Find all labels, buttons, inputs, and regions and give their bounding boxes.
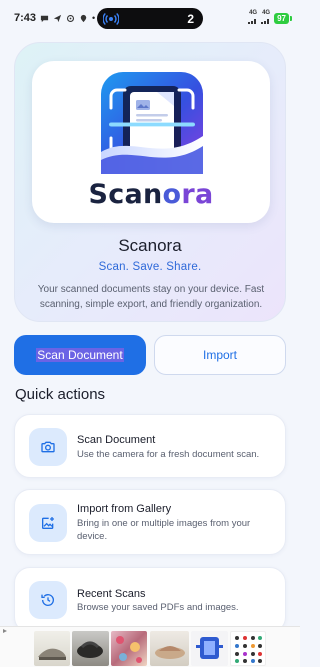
quick-action-description: Bring in one or multiple images from you… <box>77 518 251 542</box>
send-icon <box>53 14 62 22</box>
add-photo-icon <box>29 504 67 542</box>
tagline: Scan. Save. Share. <box>98 261 202 273</box>
import-button[interactable]: Import <box>154 335 286 375</box>
ad-choices-icon[interactable] <box>2 628 8 634</box>
status-left: 7:43 • <box>14 12 95 24</box>
signal-icon <box>248 18 257 24</box>
status-time: 7:43 <box>14 12 37 24</box>
battery-level: 97 <box>274 12 289 24</box>
location-icon <box>80 14 87 22</box>
network-indicator-1: 4G <box>248 10 258 27</box>
hero-description: Your scanned documents stay on your devi… <box>37 284 265 310</box>
scan-document-button-label: Scan Document <box>36 348 124 362</box>
fabric-thumbnail[interactable] <box>111 631 147 666</box>
signal-icon <box>261 18 270 24</box>
broadcast-icon <box>103 12 119 25</box>
status-bar: 7:43 • 2 4G 4G 97 <box>0 0 300 36</box>
logo-card: Scanora <box>32 61 270 223</box>
history-icon <box>29 581 67 619</box>
quick-action-title: Recent Scans <box>77 588 146 600</box>
scanora-app-icon <box>101 72 203 174</box>
shoe-thumbnail[interactable] <box>34 631 70 666</box>
quick-action-scan-document[interactable]: Scan Document Use the camera for a fresh… <box>14 414 286 478</box>
status-right: 4G 4G 97 <box>248 10 292 27</box>
more-notifications-dot: • <box>92 13 96 23</box>
sandal-thumbnail[interactable] <box>72 631 109 666</box>
scan-document-button[interactable]: Scan Document <box>14 335 146 375</box>
quick-action-title: Scan Document <box>77 434 156 446</box>
hero-card: Scanora Scanora Scan. Save. Share. Your … <box>14 42 286 322</box>
app-name: Scanora <box>118 236 182 255</box>
quick-action-title: Import from Gallery <box>77 503 172 515</box>
chat-icon <box>40 15 49 22</box>
live-activity-pill[interactable]: 2 <box>97 8 203 29</box>
quick-actions-title: Quick actions <box>15 386 106 403</box>
sync-icon <box>67 14 75 22</box>
quick-action-recent-scans[interactable]: Recent Scans Browse your saved PDFs and … <box>14 567 286 633</box>
logo-wordmark: Scanora <box>88 179 214 210</box>
battery-tip <box>290 15 292 21</box>
camera-icon <box>29 428 67 466</box>
ad-banner[interactable] <box>0 626 300 667</box>
quick-action-description: Use the camera for a fresh document scan… <box>77 449 260 460</box>
network-indicator-2: 4G <box>261 10 271 27</box>
live-activity-count: 2 <box>187 11 194 26</box>
quick-action-import-gallery[interactable]: Import from Gallery Bring in one or mult… <box>14 489 286 555</box>
slipper-thumbnail[interactable] <box>150 631 189 666</box>
stickers-thumbnail[interactable] <box>230 631 266 666</box>
harness-thumbnail[interactable] <box>191 631 228 666</box>
quick-action-description: Browse your saved PDFs and images. <box>77 602 239 613</box>
